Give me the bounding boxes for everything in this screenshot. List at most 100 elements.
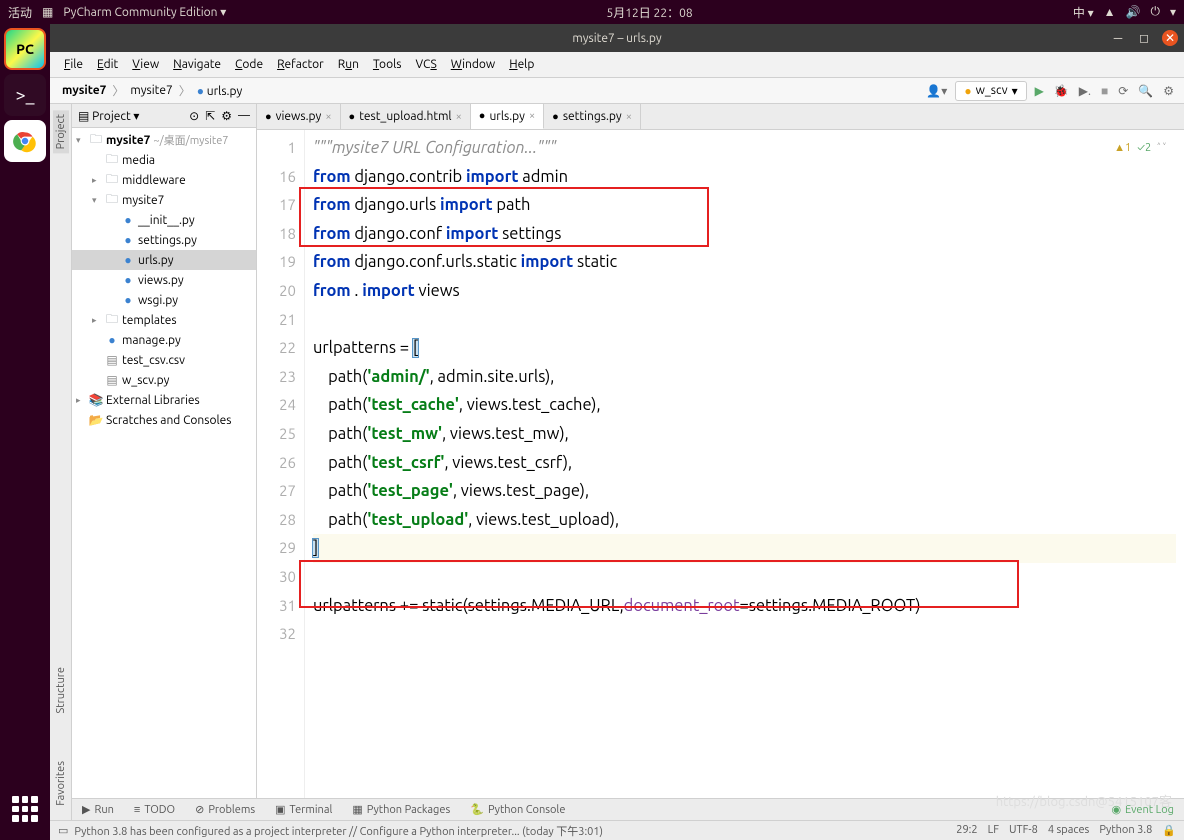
project-panel: ▤ Project ▾ ⊙ ⇱ ⚙ — ▾🗀mysite7~/桌面/mysite… [72,104,257,840]
debug-button[interactable]: 🐞 [1052,84,1071,98]
editor-tabs: ●views.py×●test_upload.html×●urls.py×●se… [257,104,1184,130]
btab-run[interactable]: ▶ Run [72,799,124,820]
menu-code[interactable]: Code [229,55,269,74]
menubar: File Edit View Navigate Code Refactor Ru… [50,52,1184,78]
expand-all-icon[interactable]: ⇱ [205,109,215,123]
update-button[interactable]: ⟳ [1116,84,1130,98]
volume-icon[interactable]: 🔊 [1126,5,1141,19]
menu-file[interactable]: File [58,55,89,74]
project-tree: ▾🗀mysite7~/桌面/mysite7🗀media▸🗀middleware▾… [72,128,256,840]
gear-icon[interactable]: ⚙ [221,109,232,123]
close-tab-icon[interactable]: × [529,110,535,122]
close-tab-icon[interactable]: × [626,111,632,123]
tree-row[interactable]: ▾🗀mysite7 [72,190,256,210]
btab-python-console[interactable]: 🐍 Python Console [460,799,575,820]
launcher-pycharm[interactable]: PC [4,28,46,70]
close-tab-icon[interactable]: × [456,111,462,123]
left-side-tabs: Project Structure Favorites [50,104,72,840]
crumb-1[interactable]: mysite7 [126,82,176,99]
editor-tab[interactable]: ●test_upload.html× [341,104,471,129]
hide-icon[interactable]: — [238,109,250,122]
gutter: 11617181920212223242526272829303132 [257,130,305,840]
activities[interactable]: 活动 [8,4,32,21]
menu-view[interactable]: View [126,55,165,74]
crumb-2[interactable]: ● urls.py [193,82,246,100]
ubuntu-top-bar: 活动 ▦ PyCharm Community Edition ▾ 5月12日 2… [0,0,1184,24]
editor-area: ●views.py×●test_upload.html×●urls.py×●se… [257,104,1184,840]
side-tab-structure[interactable]: Structure [53,663,69,718]
git-branch[interactable]: ●w_scv ▾ [955,81,1026,101]
pycharm-icon: ▦ [42,5,53,19]
maximize-button[interactable]: ◻ [1136,30,1152,46]
menu-edit[interactable]: Edit [91,55,124,74]
tree-row[interactable]: ●settings.py [72,230,256,250]
run-button[interactable]: ▶ [1033,84,1046,98]
tree-row[interactable]: ●manage.py [72,330,256,350]
ide-window: mysite7 – urls.py ─ ◻ ✕ File Edit View N… [50,24,1184,840]
network-icon[interactable]: ▲ [1104,5,1116,19]
system-menu-icon[interactable]: ▾ [1170,5,1176,19]
search-button[interactable]: 🔍 [1136,84,1155,98]
menu-vcs[interactable]: VCS [409,55,442,74]
tree-row[interactable]: ▸📚External Libraries [72,390,256,410]
select-opened-icon[interactable]: ⊙ [189,109,199,123]
side-tab-favorites[interactable]: Favorites [53,757,69,810]
line-separator[interactable]: LF [988,824,999,837]
tree-row[interactable]: ●__init__.py [72,210,256,230]
menu-help[interactable]: Help [503,55,540,74]
power-icon[interactable]: ⏻ [1150,5,1160,19]
launcher-apps[interactable] [4,788,46,830]
editor-tab[interactable]: ●urls.py× [471,104,544,129]
close-button[interactable]: ✕ [1162,30,1178,46]
menu-tools[interactable]: Tools [367,55,408,74]
launcher-terminal[interactable]: >_ [4,74,46,116]
status-icon[interactable]: ▭ [58,824,68,837]
inspections[interactable]: ▲1 ✓2 ˄ ˅ [1114,134,1166,163]
tree-row[interactable]: ▤test_csv.csv [72,350,256,370]
menu-refactor[interactable]: Refactor [271,55,330,74]
tree-row[interactable]: ●urls.py [72,250,256,270]
crumb-0[interactable]: mysite7 [58,82,110,99]
run-coverage-button[interactable]: ▶. [1077,84,1093,98]
btab-python-packages[interactable]: ▦ Python Packages [342,799,460,820]
code[interactable]: """mysite7 URL Configuration...""" from … [305,130,1184,840]
bottom-tool-tabs: ▶ Run ≡ TODO ⊘ Problems ▣ Terminal ▦ Pyt… [72,798,1184,820]
menu-navigate[interactable]: Navigate [167,55,227,74]
btab-problems[interactable]: ⊘ Problems [185,799,265,820]
launcher-chrome[interactable] [4,120,46,162]
caret-position[interactable]: 29:2 [956,824,977,837]
side-tab-project[interactable]: Project [53,110,69,153]
titlebar: mysite7 – urls.py ─ ◻ ✕ [50,24,1184,52]
datetime: 5月12日 22：08 [226,4,1073,21]
indent[interactable]: 4 spaces [1048,824,1090,837]
lock-icon[interactable]: 🔒 [1162,824,1176,837]
window-title: mysite7 – urls.py [572,32,661,45]
editor-tab[interactable]: ●views.py× [257,104,341,129]
menu-window[interactable]: Window [445,55,501,74]
tree-row[interactable]: ▾🗀mysite7~/桌面/mysite7 [72,130,256,150]
tree-row[interactable]: ●views.py [72,270,256,290]
tree-row[interactable]: ●wsgi.py [72,290,256,310]
tree-row[interactable]: ▤w_scv.py [72,370,256,390]
tree-row[interactable]: ▸🗀templates [72,310,256,330]
minimize-button[interactable]: ─ [1110,30,1126,46]
menu-run[interactable]: Run [332,55,365,74]
status-message: Python 3.8 has been configured as a proj… [74,823,956,839]
statusbar: ▭ Python 3.8 has been configured as a pr… [50,820,1184,840]
tree-row[interactable]: 📂Scratches and Consoles [72,410,256,430]
encoding[interactable]: UTF-8 [1009,824,1038,837]
btab-terminal[interactable]: ▣ Terminal [265,799,342,820]
close-tab-icon[interactable]: × [325,111,331,123]
btab-todo[interactable]: ≡ TODO [124,799,185,820]
ubuntu-launcher: PC >_ [0,24,50,840]
tree-row[interactable]: ▸🗀middleware [72,170,256,190]
app-menu[interactable]: PyCharm Community Edition ▾ [63,5,226,19]
input-lang[interactable]: 中 ▾ [1073,4,1094,21]
user-icon[interactable]: 👤▾ [924,84,949,98]
tree-row[interactable]: 🗀media [72,150,256,170]
event-log[interactable]: ◉ Event Log [1101,799,1184,820]
editor-tab[interactable]: ●settings.py× [544,104,641,129]
stop-button[interactable]: ■ [1099,84,1110,98]
sdk[interactable]: Python 3.8 [1099,824,1152,837]
settings-button[interactable]: ⚙ [1161,84,1176,98]
